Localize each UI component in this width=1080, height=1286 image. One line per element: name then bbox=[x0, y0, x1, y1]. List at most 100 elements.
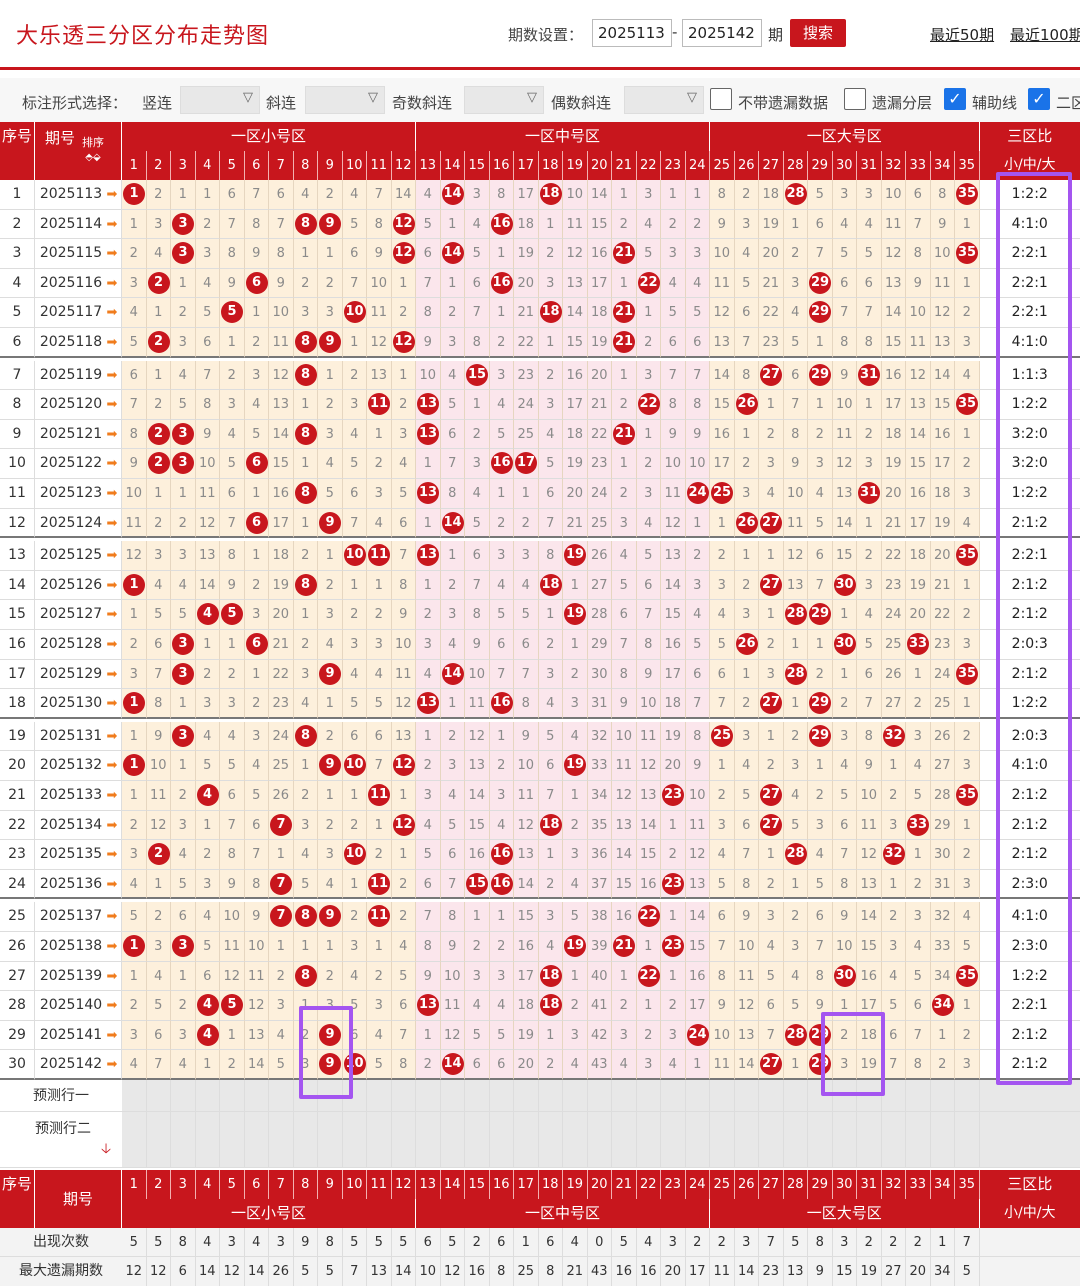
predict-cell[interactable] bbox=[318, 1112, 343, 1168]
miss-cell: 2 bbox=[294, 781, 319, 811]
predict-cell[interactable] bbox=[759, 1112, 784, 1168]
even-diagonal-select[interactable]: ▽ bbox=[624, 86, 704, 114]
predict-cell[interactable] bbox=[686, 1112, 711, 1168]
missing-layer-checkbox[interactable] bbox=[844, 88, 866, 110]
predict-cell[interactable] bbox=[661, 1080, 686, 1112]
predict-cell[interactable] bbox=[196, 1080, 221, 1112]
predict-cell[interactable] bbox=[490, 1080, 515, 1112]
aux-line-checkbox[interactable]: ✓ bbox=[944, 88, 966, 110]
predict-cell[interactable] bbox=[882, 1112, 907, 1168]
miss-cell: 2 bbox=[759, 751, 784, 781]
miss-cell: 2 bbox=[171, 781, 196, 811]
predict-cell[interactable] bbox=[735, 1080, 760, 1112]
predict-cell[interactable] bbox=[392, 1112, 417, 1168]
predict-cell[interactable] bbox=[759, 1080, 784, 1112]
predict-cell[interactable] bbox=[931, 1112, 956, 1168]
winning-ball: 23 bbox=[662, 873, 684, 895]
predict-cell[interactable] bbox=[367, 1112, 392, 1168]
predict-cell[interactable] bbox=[220, 1080, 245, 1112]
predict-cell[interactable] bbox=[661, 1112, 686, 1168]
predict-cell[interactable] bbox=[563, 1112, 588, 1168]
miss-cell: 2 bbox=[759, 630, 784, 660]
diagonal-link-select[interactable]: ▽ bbox=[305, 86, 385, 114]
miss-cell: 1 bbox=[759, 840, 784, 870]
predict-cell[interactable] bbox=[367, 1080, 392, 1112]
predict-cell[interactable] bbox=[269, 1112, 294, 1168]
predict-cell[interactable] bbox=[833, 1112, 858, 1168]
seq-cell: 10 bbox=[0, 449, 35, 479]
predict-cell[interactable] bbox=[147, 1080, 172, 1112]
predict-cell[interactable] bbox=[441, 1112, 466, 1168]
predict-cell[interactable] bbox=[955, 1080, 980, 1112]
recent-100-link[interactable]: 最近100期 bbox=[1010, 24, 1080, 45]
predict-cell[interactable] bbox=[563, 1080, 588, 1112]
predict-cell[interactable] bbox=[808, 1112, 833, 1168]
max-miss-cell: 6 bbox=[171, 1257, 196, 1286]
predict-cell[interactable] bbox=[392, 1080, 417, 1112]
predict-cell[interactable] bbox=[441, 1080, 466, 1112]
predict-cell[interactable] bbox=[294, 1112, 319, 1168]
predict-cell[interactable] bbox=[588, 1080, 613, 1112]
predict-cell[interactable] bbox=[147, 1112, 172, 1168]
miss-cell: 2 bbox=[686, 210, 711, 240]
predict-cell[interactable] bbox=[245, 1112, 270, 1168]
winning-ball: 21 bbox=[613, 242, 635, 264]
miss-cell: 2 bbox=[955, 840, 980, 870]
option-bar: 标注形式选择： 竖连 ▽ 斜连 ▽ 奇数斜连 ▽ 偶数斜连 ▽ 不带遗漏数据 遗… bbox=[0, 78, 1080, 122]
sort-button[interactable]: 排序 bbox=[78, 136, 108, 150]
miss-cell: 10 bbox=[441, 962, 466, 992]
miss-cell: 7 bbox=[906, 1021, 931, 1051]
predict-cell[interactable] bbox=[735, 1112, 760, 1168]
number-header: 28 bbox=[784, 151, 809, 180]
predict-cell[interactable] bbox=[906, 1112, 931, 1168]
predict-cell[interactable] bbox=[343, 1112, 368, 1168]
miss-cell: 5 bbox=[294, 870, 319, 900]
predict-cell[interactable] bbox=[906, 1080, 931, 1112]
predict-cell[interactable] bbox=[122, 1112, 147, 1168]
predict-cell[interactable] bbox=[196, 1112, 221, 1168]
predict-cell[interactable] bbox=[269, 1080, 294, 1112]
predict-cell[interactable] bbox=[514, 1080, 539, 1112]
zone2-checkbox[interactable]: ✓ bbox=[1028, 88, 1050, 110]
predict-cell[interactable] bbox=[588, 1112, 613, 1168]
vertical-link-select[interactable]: ▽ bbox=[180, 86, 260, 114]
predict-cell[interactable] bbox=[465, 1112, 490, 1168]
recent-50-link[interactable]: 最近50期 bbox=[930, 24, 994, 45]
predict-cell[interactable] bbox=[882, 1080, 907, 1112]
predict-cell[interactable] bbox=[710, 1112, 735, 1168]
miss-cell: 12 bbox=[612, 781, 637, 811]
predict-cell[interactable] bbox=[171, 1112, 196, 1168]
predict-cell[interactable] bbox=[514, 1112, 539, 1168]
predict-cell[interactable] bbox=[465, 1080, 490, 1112]
predict-cell[interactable] bbox=[637, 1080, 662, 1112]
period-to-input[interactable]: 2025142 bbox=[682, 19, 762, 47]
odd-diagonal-select[interactable]: ▽ bbox=[464, 86, 544, 114]
predict-cell[interactable] bbox=[857, 1112, 882, 1168]
winning-ball: 12 bbox=[393, 331, 415, 353]
predict-cell[interactable] bbox=[245, 1080, 270, 1112]
search-button[interactable]: 搜索 bbox=[790, 19, 846, 47]
predict-cell[interactable] bbox=[416, 1080, 441, 1112]
period-from-input[interactable]: 2025113 bbox=[592, 19, 672, 47]
predict-cell[interactable] bbox=[416, 1112, 441, 1168]
predict-cell[interactable] bbox=[931, 1080, 956, 1112]
predict-cell[interactable] bbox=[122, 1080, 147, 1112]
predict-cell[interactable] bbox=[539, 1112, 564, 1168]
miss-cell: 4 bbox=[465, 991, 490, 1021]
predict-cell[interactable] bbox=[710, 1080, 735, 1112]
predict-cell[interactable] bbox=[784, 1080, 809, 1112]
predict-cell[interactable] bbox=[539, 1080, 564, 1112]
winning-ball: 8 bbox=[295, 364, 317, 386]
predict-cell[interactable] bbox=[490, 1112, 515, 1168]
predict-cell[interactable] bbox=[220, 1112, 245, 1168]
predict-cell[interactable] bbox=[612, 1112, 637, 1168]
predict-cell[interactable] bbox=[171, 1080, 196, 1112]
predict-cell[interactable] bbox=[686, 1080, 711, 1112]
predict-cell[interactable] bbox=[612, 1080, 637, 1112]
predict-cell[interactable] bbox=[955, 1112, 980, 1168]
predict-cell[interactable] bbox=[784, 1112, 809, 1168]
winning-ball: 29 bbox=[809, 603, 831, 625]
miss-cell: 4 bbox=[612, 1050, 637, 1080]
no-missing-checkbox[interactable] bbox=[710, 88, 732, 110]
predict-cell[interactable] bbox=[637, 1112, 662, 1168]
